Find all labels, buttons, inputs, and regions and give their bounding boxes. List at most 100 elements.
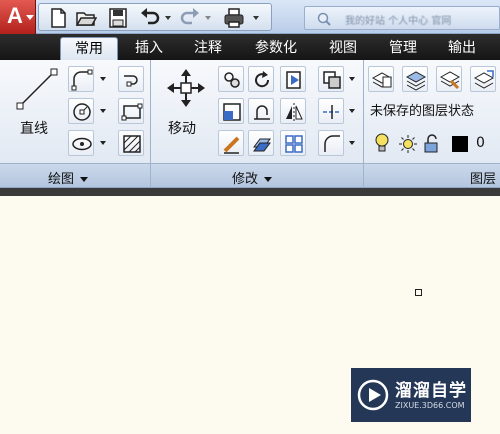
- rectangle-button[interactable]: [118, 98, 144, 124]
- dash-line-icon: [323, 105, 341, 119]
- move-icon: [167, 69, 205, 107]
- quick-access-bar: [38, 3, 272, 31]
- arc-button[interactable]: [118, 66, 144, 92]
- undo-icon[interactable]: [139, 7, 161, 29]
- new-icon[interactable]: [47, 7, 69, 29]
- modify-panel-title-text: 修改: [232, 172, 259, 187]
- trim-icon: [286, 71, 301, 89]
- explode-dropdown-icon[interactable]: [349, 109, 355, 113]
- copy-icon: [224, 72, 240, 88]
- ribbon-tab-bar: 常用 插入 注释 参数化 视图 管理 输出: [0, 34, 500, 60]
- draw-panel-title[interactable]: 绘图: [48, 168, 89, 187]
- plot-icon[interactable]: [223, 7, 245, 29]
- rotate-button[interactable]: [248, 66, 274, 92]
- info-center-search[interactable]: 我的好站 个人中心 官网: [304, 6, 500, 30]
- panel-divider: [363, 60, 364, 188]
- modify-panel-title[interactable]: 修改: [232, 168, 273, 187]
- array-button[interactable]: [280, 130, 306, 156]
- ellipse-button[interactable]: [68, 130, 94, 156]
- polyline-button[interactable]: [68, 66, 94, 92]
- rotate-icon: [255, 71, 270, 88]
- move-button[interactable]: 移动: [160, 64, 212, 160]
- line-icon: [16, 68, 58, 110]
- chamfer-dropdown-icon[interactable]: [349, 141, 355, 145]
- autocad-logo-icon: A: [7, 3, 23, 28]
- panel-divider: [150, 60, 151, 188]
- copy-button[interactable]: [218, 66, 244, 92]
- quick-access-toolbar: A 我的好站 个人中心 官网: [0, 0, 500, 34]
- scale-icon: [253, 138, 271, 152]
- fillet-icon: [254, 105, 270, 120]
- hatch-icon: [123, 135, 141, 153]
- mirror-button[interactable]: [248, 98, 274, 124]
- array-icon: [285, 135, 303, 153]
- layer-properties-icon: [371, 72, 393, 88]
- play-logo-icon: [357, 379, 389, 411]
- draw-panel-title-text: 绘图: [48, 172, 75, 187]
- fillet-corner-icon: [324, 135, 340, 152]
- polyline-dropdown-icon[interactable]: [100, 77, 106, 81]
- open-icon[interactable]: [75, 7, 98, 29]
- drawing-area-border: [0, 188, 500, 196]
- watermark-url: ZIXUE.3D66.COM: [395, 401, 465, 410]
- copy-clip-icon: [323, 71, 341, 89]
- layer-state-combo[interactable]: 未保存的图层状态: [367, 101, 500, 125]
- erase-dropdown-icon[interactable]: [349, 77, 355, 81]
- chamfer-button[interactable]: [318, 130, 344, 156]
- unlock-icon[interactable]: [422, 134, 442, 158]
- modify-panel-expand-icon: [264, 177, 273, 182]
- stretch-button[interactable]: [218, 98, 244, 124]
- tab-manage[interactable]: 管理: [378, 37, 428, 60]
- rectangle-icon: [121, 103, 143, 121]
- edit-button[interactable]: [218, 130, 244, 156]
- layer-isolate-button[interactable]: [436, 66, 462, 92]
- layer-isolate-icon: [439, 71, 461, 90]
- tab-insert[interactable]: 插入: [124, 37, 174, 60]
- draw-panel-expand-icon: [80, 177, 89, 182]
- pencil-icon: [223, 136, 240, 154]
- application-menu-button[interactable]: A: [0, 0, 36, 34]
- offset-button[interactable]: [248, 130, 274, 156]
- circle-icon: [73, 103, 91, 121]
- current-layer-name[interactable]: 0: [476, 135, 485, 151]
- layer-match-icon: [473, 70, 495, 89]
- undo-dropdown-icon[interactable]: [165, 16, 171, 20]
- tab-view[interactable]: 视图: [318, 37, 368, 60]
- layers-panel-title[interactable]: 图层: [470, 168, 496, 187]
- stretch-icon: [223, 103, 241, 121]
- search-icon: [317, 12, 331, 26]
- redo-dropdown-icon[interactable]: [205, 16, 211, 20]
- redo-icon[interactable]: [179, 7, 201, 29]
- ellipse-dropdown-icon[interactable]: [100, 141, 106, 145]
- watermark-logo: 溜溜自学 ZIXUE.3D66.COM: [351, 368, 471, 422]
- move-label: 移动: [168, 121, 196, 137]
- tab-output[interactable]: 输出: [436, 37, 488, 60]
- sun-icon[interactable]: [398, 134, 418, 158]
- line-label: 直线: [20, 121, 48, 137]
- hatch-button[interactable]: [118, 130, 144, 156]
- layer-color-swatch[interactable]: [452, 136, 468, 152]
- layer-state-button[interactable]: [402, 66, 428, 92]
- polyline-icon: [71, 69, 93, 91]
- layer-properties-button[interactable]: [368, 66, 394, 92]
- layer-walk-button[interactable]: [470, 66, 496, 92]
- tab-parametric[interactable]: 参数化: [243, 37, 309, 60]
- circle-dropdown-icon[interactable]: [100, 109, 106, 113]
- search-text: 我的好站 个人中心 官网: [345, 16, 452, 27]
- explode-button[interactable]: [318, 98, 344, 124]
- arc-icon: [124, 75, 138, 87]
- layer-on-icon[interactable]: [374, 132, 390, 158]
- tab-home[interactable]: 常用: [60, 37, 118, 60]
- chevron-down-icon: [26, 15, 34, 20]
- circle-button[interactable]: [68, 98, 94, 124]
- watermark-name: 溜溜自学: [395, 381, 467, 401]
- plot-dropdown-icon[interactable]: [253, 16, 259, 20]
- erase-button[interactable]: [318, 66, 344, 92]
- trim-button[interactable]: [280, 66, 306, 92]
- tab-annotate[interactable]: 注释: [182, 37, 234, 60]
- save-icon[interactable]: [107, 7, 129, 29]
- line-button[interactable]: 直线: [10, 64, 62, 160]
- ellipse-icon: [72, 137, 92, 151]
- mirror-icon: [286, 103, 303, 121]
- mirror-tool-button[interactable]: [280, 98, 306, 124]
